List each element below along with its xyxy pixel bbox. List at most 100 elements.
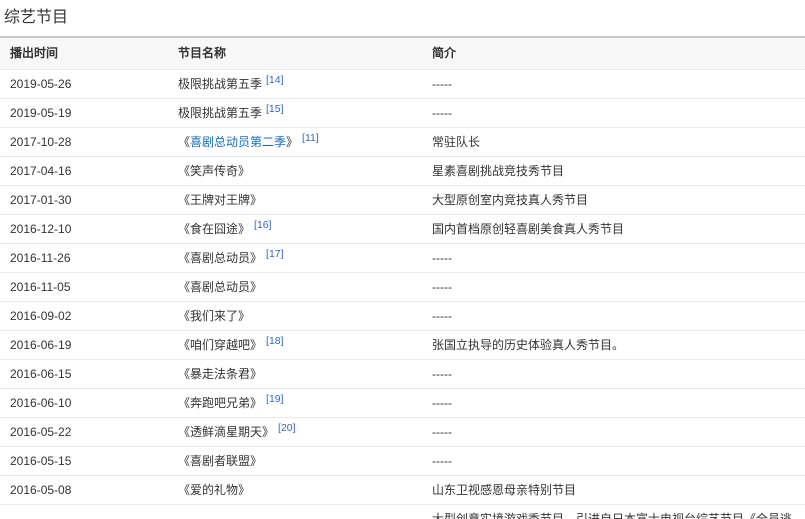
book-title-open-mark: 《 <box>178 454 190 468</box>
book-title-close-mark: 》 <box>238 164 250 178</box>
book-title-close-mark: 》 <box>250 338 262 352</box>
program-name-cell: 《喜剧者联盟》 <box>168 447 422 476</box>
reference-link[interactable]: [18] <box>266 335 284 347</box>
book-title-close-mark: 》 <box>250 280 262 294</box>
program-title-text: 极限挑战第五季 <box>178 106 262 120</box>
intro-cell: ----- <box>422 244 805 273</box>
program-name-cell: 《笑声传奇》 <box>168 157 422 186</box>
program-title-text: 王牌对王牌 <box>190 193 250 207</box>
program-name-cell: 《暴走法条君》 <box>168 360 422 389</box>
intro-cell: ----- <box>422 360 805 389</box>
book-title-close-mark: 》 <box>250 367 262 381</box>
book-title-close-mark: 》 <box>250 396 262 410</box>
intro-cell: ----- <box>422 389 805 418</box>
air-date-cell: 2016-06-19 <box>0 331 168 360</box>
air-date-cell: 2016-05-08 <box>0 476 168 505</box>
table-row: 2016-05-15《喜剧者联盟》----- <box>0 447 805 476</box>
table-row: 2016-05-22 《透鲜滴星期天》 [20] ----- <box>0 418 805 447</box>
intro-cell: 大型创意实境游戏秀节目，引进自日本富士电视台综艺节目《全员逃走中》 <box>422 505 805 519</box>
intro-cell: ----- <box>422 302 805 331</box>
air-date-cell: 2016-06-10 <box>0 389 168 418</box>
intro-cell: ----- <box>422 70 805 99</box>
table-row: 2019-05-19 极限挑战第五季 [15] ----- <box>0 99 805 128</box>
table-row: 2017-04-16《笑声传奇》星素喜剧挑战竞技秀节目 <box>0 157 805 186</box>
air-date-cell: 2019-05-19 <box>0 99 168 128</box>
book-title-close-mark: 》 <box>250 193 262 207</box>
intro-cell: 山东卫视感恩母亲特别节目 <box>422 476 805 505</box>
table-header: 播出时间 节目名称 简介 <box>0 37 805 70</box>
table-row: 2017-10-28《喜剧总动员第二季》[11]常驻队长 <box>0 128 805 157</box>
book-title-open-mark: 《 <box>178 309 190 323</box>
program-name-cell: 《爱的礼物》 <box>168 476 422 505</box>
air-date-cell: 2016-06-15 <box>0 360 168 389</box>
variety-shows-table: 播出时间 节目名称 简介 2019-05-26极限挑战第五季[14]-----2… <box>0 36 805 519</box>
intro-cell: 国内首档原创轻喜剧美食真人秀节目 <box>422 215 805 244</box>
book-title-open-mark: 《 <box>178 280 190 294</box>
program-title-text: 喜剧者联盟 <box>190 454 250 468</box>
reference-link[interactable]: [11] <box>302 132 319 144</box>
program-name-cell: 极限挑战第五季 [14] <box>168 70 422 99</box>
table-row: 2019-05-26 极限挑战第五季 [14] ----- <box>0 70 805 99</box>
shows-table-body: 2019-05-26极限挑战第五季[14]-----2019-05-19极限挑战… <box>0 70 805 519</box>
program-title-text: 笑声传奇 <box>190 164 238 178</box>
program-title-text: 极限挑战第五季 <box>178 77 262 91</box>
book-title-open-mark: 《 <box>178 483 190 497</box>
program-title-text: 透鲜滴星期天 <box>190 425 262 439</box>
reference-link[interactable]: [16] <box>254 219 272 231</box>
book-title-open-mark: 《 <box>178 425 190 439</box>
table-row: 2016-06-19 《咱们穿越吧》 [18] 张国立执导的历史体验真人秀节目。 <box>0 331 805 360</box>
air-date-cell: 2019-05-26 <box>0 70 168 99</box>
program-name-cell: 《喜剧总动员》 <box>168 273 422 302</box>
reference-link[interactable]: [19] <box>266 393 284 405</box>
intro-cell: 常驻队长 <box>422 128 805 157</box>
air-date-cell: 2017-04-16 <box>0 157 168 186</box>
air-date-cell: 2016-05-22 <box>0 418 168 447</box>
book-title-close-mark: 》 <box>262 425 274 439</box>
program-name-cell: 极限挑战第五季 [15] <box>168 99 422 128</box>
program-title-text: 爱的礼物 <box>190 483 238 497</box>
book-title-close-mark: 》 <box>238 309 250 323</box>
intro-cell: ----- <box>422 418 805 447</box>
table-row: 2016-05-08《爱的礼物》山东卫视感恩母亲特别节目 <box>0 476 805 505</box>
air-date-cell: 2017-10-28 <box>0 128 168 157</box>
program-title-link[interactable]: 喜剧总动员第二季 <box>190 135 286 149</box>
book-title-open-mark: 《 <box>178 193 190 207</box>
program-name-cell: 《全员加速中》[21] <box>168 505 422 519</box>
intro-cell: 大型原创室内竞技真人秀节目 <box>422 186 805 215</box>
intro-cell: ----- <box>422 273 805 302</box>
book-title-open-mark: 《 <box>178 367 190 381</box>
book-title-open-mark: 《 <box>178 222 190 236</box>
reference-link[interactable]: [20] <box>278 422 296 434</box>
reference-link[interactable]: [15] <box>266 103 284 115</box>
program-name-cell: 《喜剧总动员第二季》[11] <box>168 128 422 157</box>
book-title-close-mark: 》 <box>286 135 298 149</box>
air-date-cell: 2016-04-29 <box>0 505 168 519</box>
air-date-cell: 2016-12-10 <box>0 215 168 244</box>
program-name-cell: 《喜剧总动员》[17] <box>168 244 422 273</box>
program-title-text: 喜剧总动员 <box>190 280 250 294</box>
air-date-cell: 2016-09-02 <box>0 302 168 331</box>
table-row: 2016-12-10《食在囧途》[16]国内首档原创轻喜剧美食真人秀节目 <box>0 215 805 244</box>
book-title-close-mark: 》 <box>250 454 262 468</box>
book-title-open-mark: 《 <box>178 251 190 265</box>
program-name-cell: 《我们来了》 <box>168 302 422 331</box>
program-name-cell: 《透鲜滴星期天》 [20] <box>168 418 422 447</box>
book-title-close-mark: 》 <box>238 483 250 497</box>
table-row: 2016-11-26《喜剧总动员》[17]----- <box>0 244 805 273</box>
intro-cell: 张国立执导的历史体验真人秀节目。 <box>422 331 805 360</box>
table-row: 2017-01-30 《王牌对王牌》 大型原创室内竞技真人秀节目 <box>0 186 805 215</box>
air-date-cell: 2017-01-30 <box>0 186 168 215</box>
book-title-close-mark: 》 <box>238 222 250 236</box>
column-header-air-date: 播出时间 <box>0 37 168 70</box>
program-name-cell: 《咱们穿越吧》 [18] <box>168 331 422 360</box>
program-title-text: 奔跑吧兄弟 <box>190 396 250 410</box>
column-header-program-name: 节目名称 <box>168 37 422 70</box>
book-title-open-mark: 《 <box>178 338 190 352</box>
table-row: 2016-09-02《我们来了》----- <box>0 302 805 331</box>
reference-link[interactable]: [17] <box>266 248 284 260</box>
reference-link[interactable]: [14] <box>266 74 284 86</box>
intro-cell: ----- <box>422 447 805 476</box>
table-row: 2016-04-29《全员加速中》[21]大型创意实境游戏秀节目，引进自日本富士… <box>0 505 805 519</box>
intro-cell: ----- <box>422 99 805 128</box>
program-title-text: 咱们穿越吧 <box>190 338 250 352</box>
